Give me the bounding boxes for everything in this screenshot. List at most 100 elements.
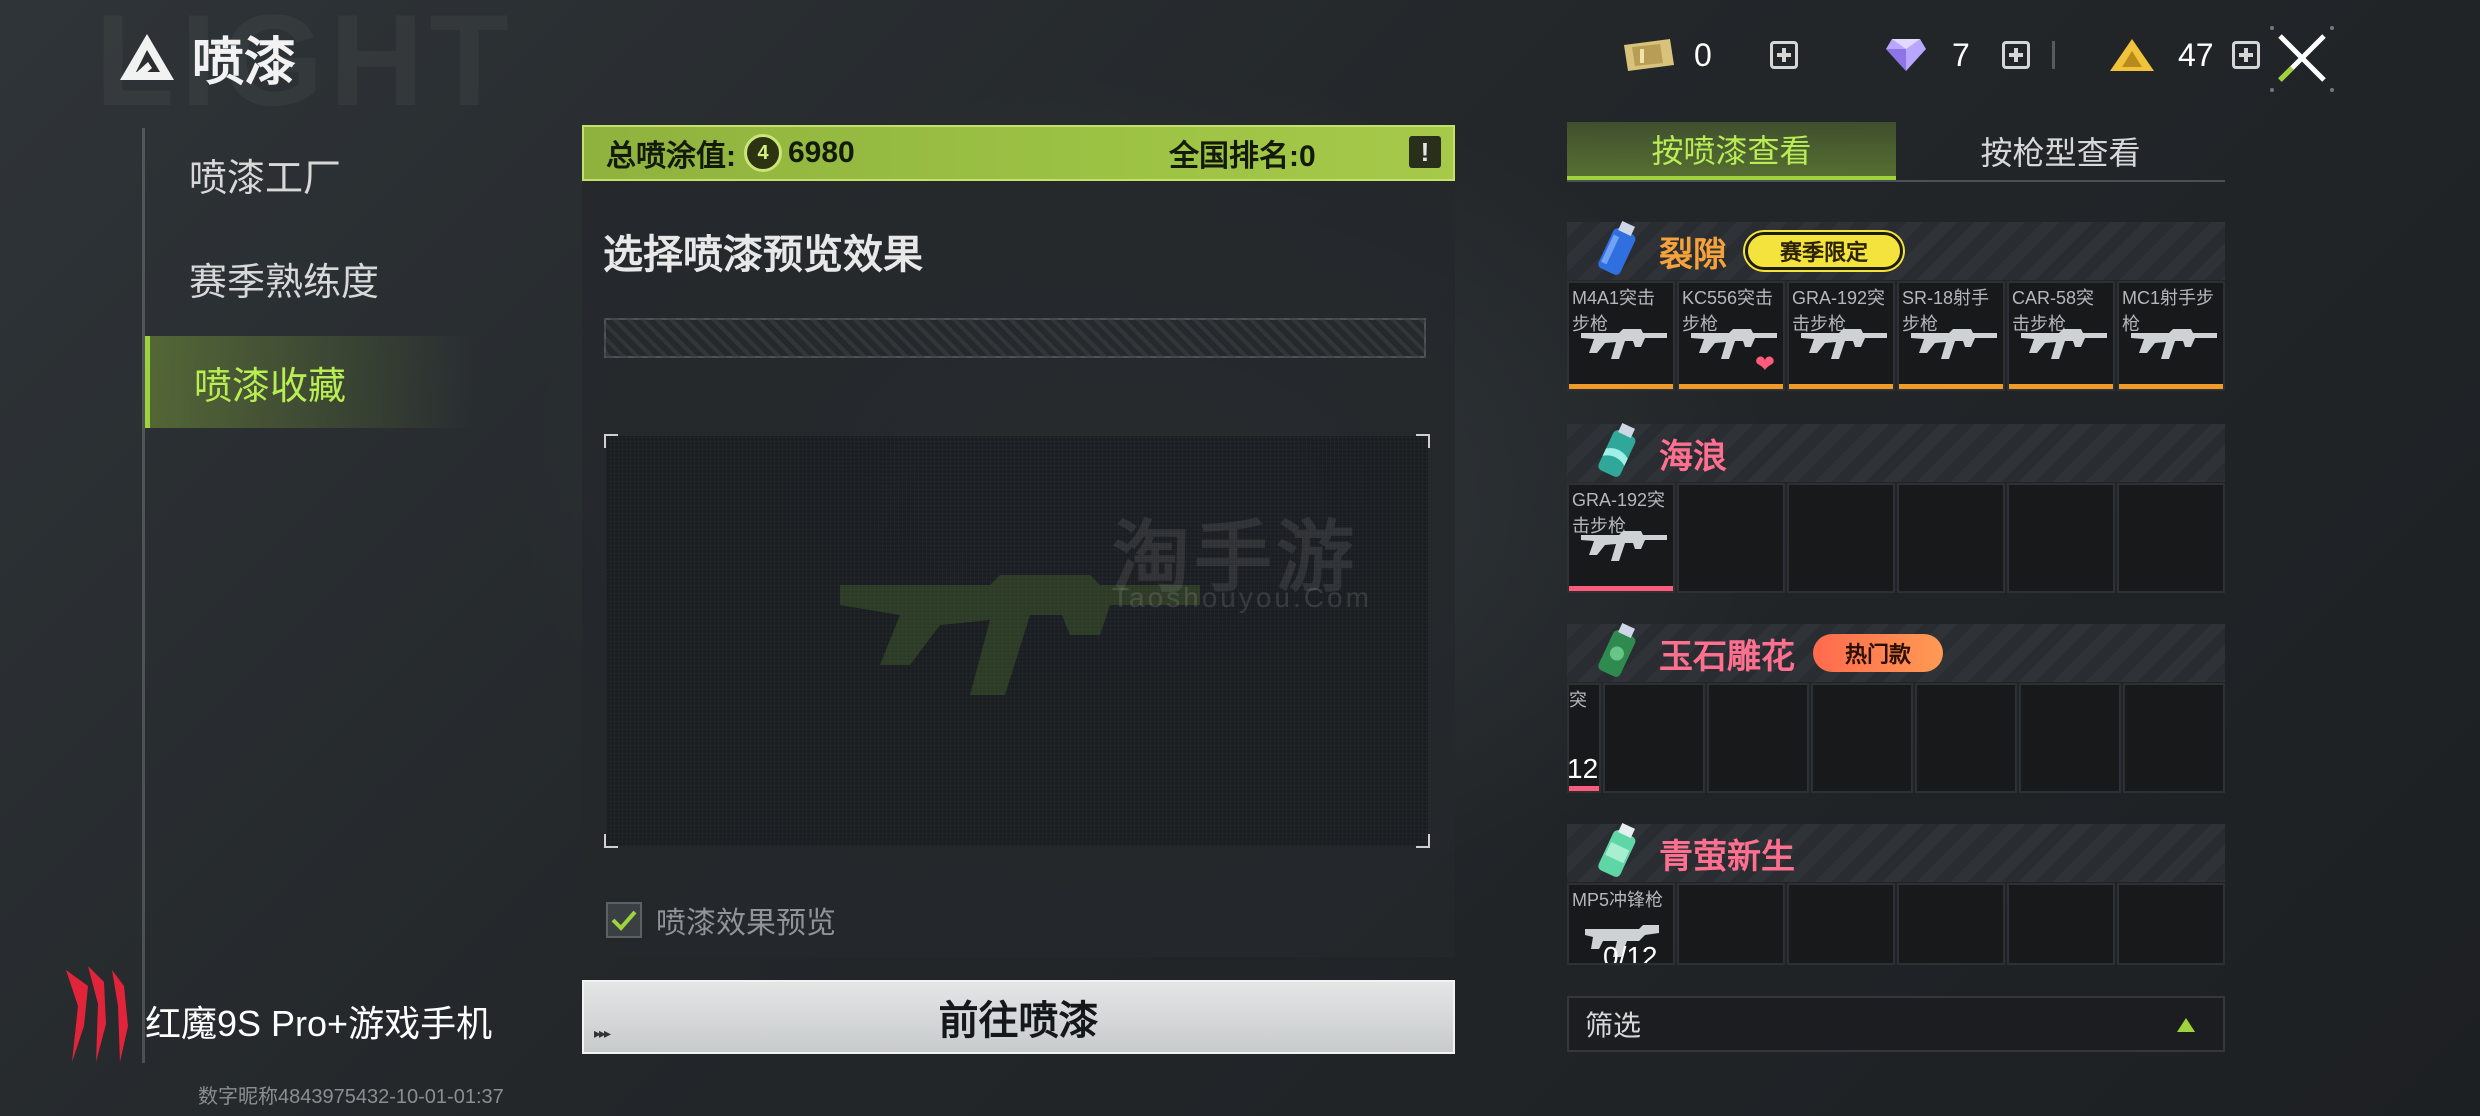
- tab-by-spray[interactable]: 按喷漆查看: [1567, 122, 1896, 180]
- national-rank: 全国排名:0: [1169, 140, 1316, 173]
- triangle-up-icon: [2177, 1018, 2195, 1032]
- progress-bar: [1569, 586, 1673, 591]
- progress-bar: [1899, 384, 2003, 389]
- spray-can-icon: [1598, 220, 1636, 275]
- watermark-subtext: Taoshouyou.Com: [1112, 582, 1372, 613]
- spray-gun-row: GRA-192突击步枪: [1567, 483, 2225, 593]
- gun-cell[interactable]: MC1射手步枪: [2117, 281, 2225, 391]
- gun-cell[interactable]: MP5冲锋枪 0/12: [1567, 883, 1675, 965]
- game-logo-icon: [120, 34, 174, 80]
- brand-logo-icon: [66, 966, 128, 1062]
- triangle-coin-icon: [2104, 35, 2160, 75]
- triangle-coin-count: 47: [2178, 36, 2214, 73]
- spray-group-header[interactable]: 海浪: [1567, 422, 2225, 482]
- season-limited-badge: 赛季限定: [1745, 232, 1904, 270]
- empty-gun-cell: [1677, 883, 1785, 965]
- gun-cell[interactable]: 突 12: [1567, 683, 1601, 793]
- spray-can-icon: [1598, 622, 1636, 677]
- go-spray-button[interactable]: 前往喷漆 ▸▸▸: [582, 980, 1455, 1054]
- filter-dropdown[interactable]: 筛选: [1567, 996, 2225, 1052]
- diamond-icon: [1878, 35, 1934, 75]
- empty-gun-cell: [2007, 483, 2115, 593]
- gun-cell[interactable]: GRA-192突击步枪: [1567, 483, 1675, 593]
- empty-gun-cell: [2117, 883, 2225, 965]
- total-score-label: 总喷涂值:: [606, 140, 736, 173]
- spray-group-header[interactable]: 青萤新生: [1567, 822, 2225, 882]
- gun-name: 突: [1569, 690, 1587, 710]
- spray-name: 海浪: [1659, 437, 1727, 476]
- ticket-count: 0: [1694, 36, 1712, 73]
- spray-group-header[interactable]: 玉石雕花 热门款: [1567, 622, 2225, 682]
- empty-gun-cell: [1811, 683, 1913, 793]
- frame-corner: [1416, 434, 1430, 448]
- gun-cell[interactable]: CAR-58突击步枪: [2007, 281, 2115, 391]
- progress-bar: [1569, 786, 1599, 791]
- empty-gun-cell: [1603, 683, 1705, 793]
- empty-gun-cell: [1897, 483, 2005, 593]
- info-icon[interactable]: !: [1409, 136, 1441, 168]
- spray-name: 青萤新生: [1659, 837, 1795, 876]
- diamond-count: 7: [1952, 36, 1970, 73]
- empty-gun-cell: [2019, 683, 2121, 793]
- score-bar: 总喷涂值: 4 6980 全国排名:0 !: [582, 125, 1455, 181]
- nav-item-spray-factory[interactable]: 喷漆工厂: [145, 128, 475, 220]
- preview-checkbox-label: 喷漆效果预览: [656, 907, 836, 940]
- progress-bar: [2009, 384, 2113, 389]
- add-triangle-coin-button[interactable]: [2231, 41, 2260, 69]
- add-ticket-button[interactable]: [1770, 41, 1798, 69]
- nav-item-label: 喷漆工厂: [189, 157, 342, 200]
- spray-selector-bar[interactable]: [604, 318, 1426, 358]
- frame-corner: [604, 434, 618, 448]
- page-header: 喷漆: [118, 22, 296, 92]
- gun-cell[interactable]: KC556突击步枪 ❤: [1677, 281, 1785, 391]
- rifle-icon: [2131, 329, 2217, 359]
- gun-cell[interactable]: GRA-192突击步枪: [1787, 281, 1895, 391]
- empty-gun-cell: [1787, 483, 1895, 593]
- brand-text: 红魔9S Pro+游戏手机: [145, 1003, 493, 1044]
- empty-gun-cell: [1787, 883, 1895, 965]
- preview-toggle[interactable]: 喷漆效果预览: [606, 900, 836, 940]
- empty-gun-cell: [1897, 883, 2005, 965]
- gun-cell[interactable]: SR-18射手步枪: [1897, 281, 2005, 391]
- spray-can-icon: [1598, 822, 1636, 877]
- nav-item-label: 赛季熟练度: [189, 261, 380, 304]
- nav-item-spray-collection[interactable]: 喷漆收藏: [145, 336, 475, 428]
- progress-bar: [1569, 384, 1673, 389]
- progress-bar: [2119, 384, 2223, 389]
- go-spray-label: 前往喷漆: [938, 999, 1099, 1043]
- page-title: 喷漆: [192, 33, 297, 92]
- rifle-icon: [2021, 329, 2107, 359]
- progress-count: 12: [1567, 753, 1599, 784]
- empty-gun-cell: [2007, 883, 2115, 965]
- spray-can-icon: [1598, 422, 1636, 477]
- empty-gun-cell: [1677, 483, 1785, 593]
- preview-checkbox[interactable]: [606, 902, 642, 938]
- nav-item-season-proficiency[interactable]: 赛季熟练度: [145, 232, 475, 324]
- filter-label: 筛选: [1585, 1010, 1642, 1041]
- spray-name: 裂隙: [1659, 235, 1727, 274]
- check-icon: [611, 910, 637, 931]
- spray-name: 玉石雕花: [1659, 637, 1795, 676]
- add-diamond-button[interactable]: [2002, 41, 2030, 69]
- progress-bar: [1679, 384, 1783, 389]
- ticket-icon: [1620, 35, 1676, 75]
- favorite-heart-icon[interactable]: ❤: [1755, 350, 1775, 379]
- progress-bar: [1789, 384, 1893, 389]
- view-tabs: 按喷漆查看 按枪型查看: [1567, 122, 2225, 182]
- spray-gun-row: MP5冲锋枪 0/12: [1567, 883, 2225, 965]
- close-icon[interactable]: [2262, 24, 2342, 94]
- empty-gun-cell: [1707, 683, 1809, 793]
- tab-by-gun[interactable]: 按枪型查看: [1896, 122, 2225, 180]
- divider: [2052, 41, 2055, 69]
- empty-gun-cell: [2123, 683, 2225, 793]
- arrows-icon: ▸▸▸: [594, 1025, 611, 1041]
- score-coin-icon: 4: [744, 134, 782, 172]
- spray-gun-row: 突 12: [1567, 683, 2225, 793]
- currency-diamond: 7: [1878, 30, 2055, 80]
- device-stamp: 数字昵称4843975432-10-01-01:37: [198, 1086, 504, 1108]
- spray-group-header[interactable]: 裂隙 赛季限定: [1567, 220, 2225, 280]
- rifle-icon: [1581, 531, 1667, 561]
- rifle-icon: [1911, 329, 1997, 359]
- frame-corner: [1416, 834, 1430, 848]
- gun-cell[interactable]: M4A1突击步枪: [1567, 281, 1675, 391]
